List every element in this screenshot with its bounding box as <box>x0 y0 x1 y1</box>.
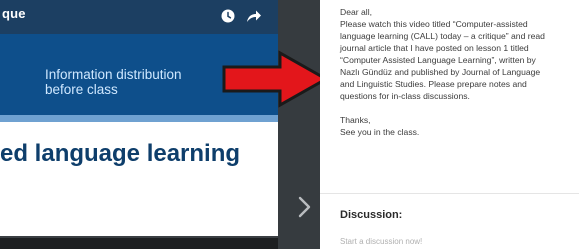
share-arrow-icon[interactable] <box>246 9 262 23</box>
chevron-right-icon[interactable] <box>292 193 316 221</box>
section-divider <box>320 193 579 194</box>
message-thanks: Thanks, <box>340 115 371 125</box>
message-line: and Linguistic Studies. Please prepare n… <box>340 79 527 89</box>
message-line: questions for in-class discussions. <box>340 91 470 101</box>
clock-icon[interactable] <box>221 9 235 23</box>
instructor-message: Dear all, Please watch this video titled… <box>340 6 579 138</box>
slide-band <box>0 115 278 122</box>
slide-caption-line-1: Information distribution <box>45 67 182 82</box>
video-progress-track[interactable] <box>0 236 278 238</box>
message-line: Nazlı Gündüz and published by Journal of… <box>340 67 541 77</box>
slide-caption: Information distribution before class <box>45 67 182 97</box>
discussion-heading: Discussion: <box>340 209 403 221</box>
slide-heading: ed language learning <box>0 140 241 167</box>
message-line: “Computer Assisted Language Learning”, w… <box>340 55 536 65</box>
video-title-bar <box>0 0 278 34</box>
message-line: language learning (CALL) today – a criti… <box>340 31 545 41</box>
red-arrow-annotation <box>222 50 330 108</box>
video-title: que <box>2 6 26 21</box>
slide-caption-line-2: before class <box>45 82 118 97</box>
message-line: journal article that I have posted on le… <box>340 43 529 53</box>
message-line: Please watch this video titled “Computer… <box>340 19 528 29</box>
lesson-content-panel: Dear all, Please watch this video titled… <box>320 0 579 249</box>
video-player[interactable]: que Information distribution before clas… <box>0 0 278 249</box>
message-greeting: Dear all, <box>340 7 372 17</box>
message-closing: See you in the class. <box>340 127 420 137</box>
discussion-input[interactable]: Start a discussion now! <box>340 237 422 246</box>
